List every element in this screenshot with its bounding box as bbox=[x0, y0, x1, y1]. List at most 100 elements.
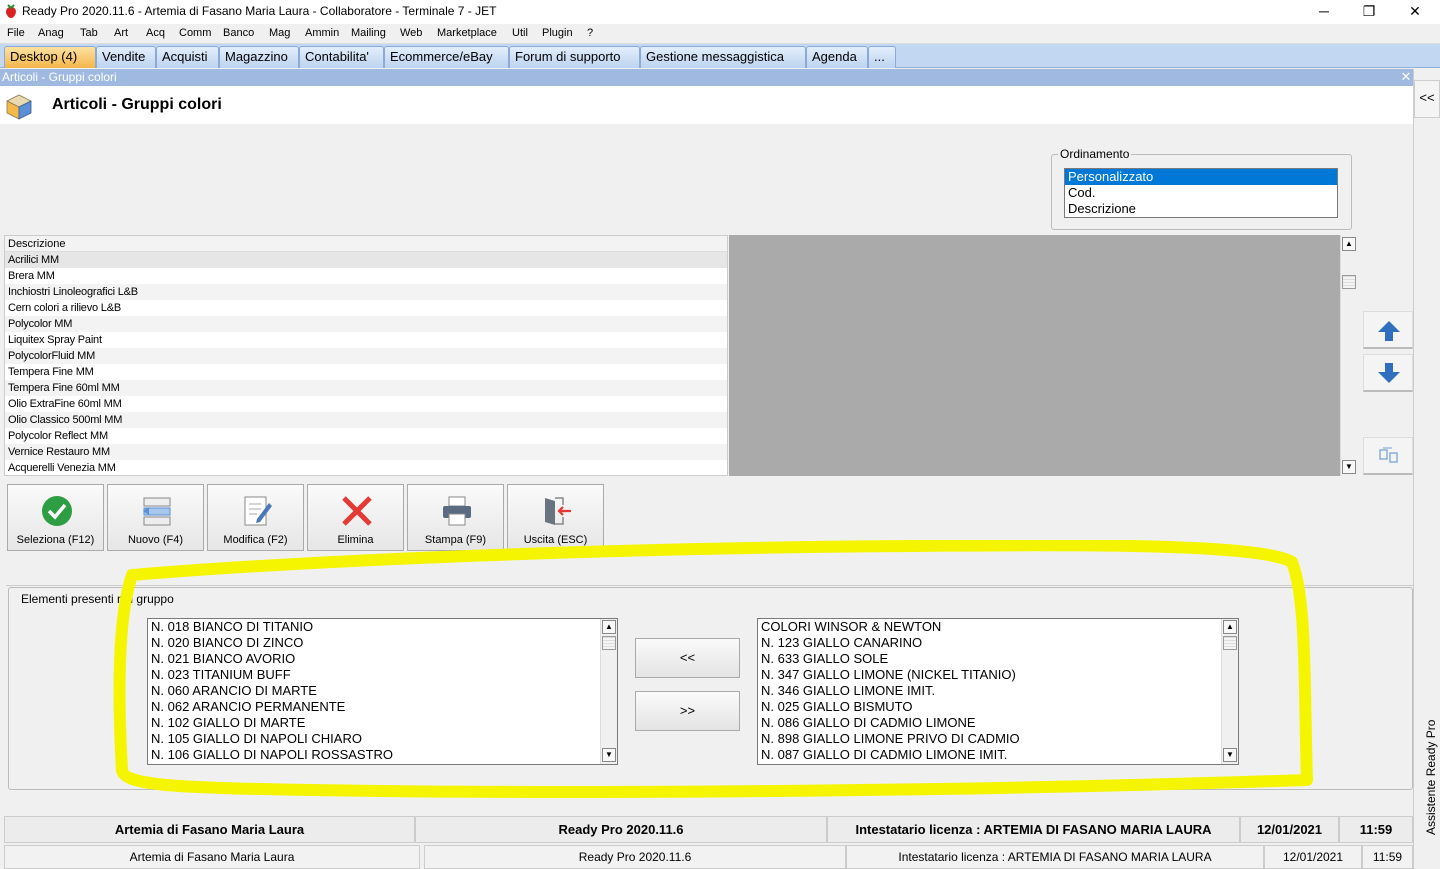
table-row[interactable]: Inchiostri Linoleografici L&B bbox=[5, 284, 727, 300]
list-item[interactable]: N. 018 BIANCO DI TITANIO bbox=[148, 619, 617, 635]
menu-help[interactable]: ? bbox=[587, 27, 593, 39]
table-row[interactable]: Liquitex Spray Paint bbox=[5, 332, 727, 348]
menu-ammin[interactable]: Ammin bbox=[305, 27, 339, 39]
table-row[interactable]: PolycolorFluid MM bbox=[5, 348, 727, 364]
scroll-down-icon[interactable]: ▼ bbox=[1342, 460, 1356, 474]
add-to-group-button[interactable]: << bbox=[635, 638, 740, 678]
tab-desktop[interactable]: Desktop (4) bbox=[4, 46, 96, 68]
assistant-tab[interactable]: Assistente Ready Pro bbox=[1418, 710, 1440, 840]
menu-marketplace[interactable]: Marketplace bbox=[437, 27, 497, 39]
list-item[interactable]: N. 020 BIANCO DI ZINCO bbox=[148, 635, 617, 651]
scroll-up-icon[interactable]: ▲ bbox=[602, 620, 616, 634]
table-row[interactable]: Tempera Fine MM bbox=[5, 364, 727, 380]
available-elements-scrollbar[interactable]: ▲ ▼ bbox=[1221, 619, 1238, 764]
list-item[interactable]: N. 106 GIALLO DI NAPOLI ROSSASTRO bbox=[148, 747, 617, 763]
ordinamento-option-descrizione[interactable]: Descrizione bbox=[1065, 201, 1337, 217]
arrow-up-icon bbox=[1378, 321, 1400, 341]
ordinamento-label: Ordinamento bbox=[1058, 147, 1132, 161]
available-elements-list[interactable]: COLORI WINSOR & NEWTON N. 123 GIALLO CAN… bbox=[757, 618, 1239, 765]
menu-comm[interactable]: Comm bbox=[179, 27, 211, 39]
seleziona-button[interactable]: Seleziona (F12) bbox=[7, 484, 104, 551]
menu-plugin[interactable]: Plugin bbox=[542, 27, 573, 39]
list-item[interactable]: N. 898 GIALLO LIMONE PRIVO DI CADMIO bbox=[758, 731, 1238, 747]
tab-vendite[interactable]: Vendite bbox=[96, 46, 156, 68]
modifica-label: Modifica (F2) bbox=[223, 534, 288, 546]
table-row[interactable]: Acrilici MM bbox=[5, 252, 727, 268]
menu-file[interactable]: File bbox=[7, 27, 25, 39]
table-row[interactable]: Polycolor Reflect MM bbox=[5, 428, 727, 444]
move-down-button[interactable] bbox=[1363, 354, 1413, 392]
grid-scrollbar[interactable]: ▲ ▼ bbox=[1340, 235, 1356, 476]
tab-ecommerce[interactable]: Ecommerce/eBay bbox=[384, 46, 509, 68]
scroll-up-icon[interactable]: ▲ bbox=[1223, 620, 1237, 634]
tab-acquisti[interactable]: Acquisti bbox=[156, 46, 219, 68]
list-item[interactable]: N. 021 BIANCO AVORIO bbox=[148, 651, 617, 667]
swap-button[interactable] bbox=[1363, 437, 1413, 475]
scroll-down-icon[interactable]: ▼ bbox=[1223, 748, 1237, 762]
menu-anag[interactable]: Anag bbox=[38, 27, 64, 39]
menu-mailing[interactable]: Mailing bbox=[351, 27, 386, 39]
list-item[interactable]: N. 633 GIALLO SOLE bbox=[758, 651, 1238, 667]
list-item[interactable]: COLORI WINSOR & NEWTON bbox=[758, 619, 1238, 635]
tab-messaggistica[interactable]: Gestione messaggistica bbox=[640, 46, 806, 68]
menu-web[interactable]: Web bbox=[400, 27, 422, 39]
menu-util[interactable]: Util bbox=[512, 27, 528, 39]
menu-art[interactable]: Art bbox=[114, 27, 128, 39]
table-row[interactable]: Vernice Restauro MM bbox=[5, 444, 727, 460]
list-item[interactable]: N. 105 GIALLO DI NAPOLI CHIARO bbox=[148, 731, 617, 747]
scroll-thumb[interactable] bbox=[1342, 275, 1356, 289]
list-item[interactable]: N. 060 ARANCIO DI MARTE bbox=[148, 683, 617, 699]
group-members-scrollbar[interactable]: ▲ ▼ bbox=[600, 619, 617, 764]
tab-forum[interactable]: Forum di supporto bbox=[509, 46, 640, 68]
list-item[interactable]: N. 102 GIALLO DI MARTE bbox=[148, 715, 617, 731]
tab-agenda[interactable]: Agenda bbox=[806, 46, 868, 68]
scroll-down-icon[interactable]: ▼ bbox=[602, 748, 616, 762]
form-caption: Articoli - Gruppi colori bbox=[0, 69, 1413, 86]
close-button[interactable]: ✕ bbox=[1392, 0, 1438, 24]
elimina-button[interactable]: Elimina bbox=[307, 484, 404, 551]
table-row[interactable]: Brera MM bbox=[5, 268, 727, 284]
table-row[interactable]: Polycolor MM bbox=[5, 316, 727, 332]
collapse-panel-button[interactable]: << bbox=[1414, 80, 1440, 118]
minimize-button[interactable]: ─ bbox=[1301, 0, 1347, 24]
list-item[interactable]: N. 087 GIALLO DI CADMIO LIMONE IMIT. bbox=[758, 747, 1238, 763]
tab-more[interactable]: ... bbox=[868, 46, 896, 68]
menu-tab[interactable]: Tab bbox=[80, 27, 98, 39]
table-row[interactable]: Cern colori a rilievo L&B bbox=[5, 300, 727, 316]
menu-mag[interactable]: Mag bbox=[269, 27, 290, 39]
table-row[interactable]: Olio Classico 500ml MM bbox=[5, 412, 727, 428]
group-members-list[interactable]: N. 018 BIANCO DI TITANIO N. 020 BIANCO D… bbox=[147, 618, 618, 765]
move-up-button[interactable] bbox=[1363, 311, 1413, 349]
maximize-button[interactable]: ❐ bbox=[1346, 0, 1392, 24]
uscita-button[interactable]: Uscita (ESC) bbox=[507, 484, 604, 551]
list-item[interactable]: N. 123 GIALLO CANARINO bbox=[758, 635, 1238, 651]
menu-acq[interactable]: Acq bbox=[146, 27, 165, 39]
tab-contabilita[interactable]: Contabilita' bbox=[299, 46, 384, 68]
remove-from-group-button[interactable]: >> bbox=[635, 691, 740, 731]
grid-header-descrizione[interactable]: Descrizione bbox=[5, 236, 727, 252]
table-row[interactable]: Tempera Fine 60ml MM bbox=[5, 380, 727, 396]
list-item[interactable]: N. 347 GIALLO LIMONE (NICKEL TITANIO) bbox=[758, 667, 1238, 683]
ordinamento-option-personalizzato[interactable]: Personalizzato bbox=[1065, 169, 1337, 185]
scroll-up-icon[interactable]: ▲ bbox=[1342, 237, 1356, 251]
window-title: Ready Pro 2020.11.6 - Artemia di Fasano … bbox=[22, 4, 497, 18]
form-close-button[interactable]: ✕ bbox=[1399, 69, 1413, 85]
stampa-button[interactable]: Stampa (F9) bbox=[407, 484, 504, 551]
scroll-thumb[interactable] bbox=[1223, 636, 1237, 650]
list-item[interactable]: N. 062 ARANCIO PERMANENTE bbox=[148, 699, 617, 715]
nuovo-label: Nuovo (F4) bbox=[127, 534, 184, 546]
tab-magazzino[interactable]: Magazzino bbox=[219, 46, 299, 68]
list-item[interactable]: N. 086 GIALLO DI CADMIO LIMONE bbox=[758, 715, 1238, 731]
ordinamento-option-cod[interactable]: Cod. bbox=[1065, 185, 1337, 201]
ordinamento-list[interactable]: Personalizzato Cod. Descrizione bbox=[1064, 168, 1338, 218]
table-row[interactable]: Olio ExtraFine 60ml MM bbox=[5, 396, 727, 412]
list-item[interactable]: N. 023 TITANIUM BUFF bbox=[148, 667, 617, 683]
table-row[interactable]: Acquerelli Venezia MM bbox=[5, 460, 727, 475]
list-item[interactable]: N. 346 GIALLO LIMONE IMIT. bbox=[758, 683, 1238, 699]
modifica-button[interactable]: Modifica (F2) bbox=[207, 484, 304, 551]
menu-banco[interactable]: Banco bbox=[223, 27, 254, 39]
list-item[interactable]: N. 025 GIALLO BISMUTO bbox=[758, 699, 1238, 715]
nuovo-button[interactable]: Nuovo (F4) bbox=[107, 484, 204, 551]
scroll-thumb[interactable] bbox=[602, 636, 616, 650]
groups-grid[interactable]: Descrizione Acrilici MM Brera MM Inchios… bbox=[4, 235, 728, 476]
